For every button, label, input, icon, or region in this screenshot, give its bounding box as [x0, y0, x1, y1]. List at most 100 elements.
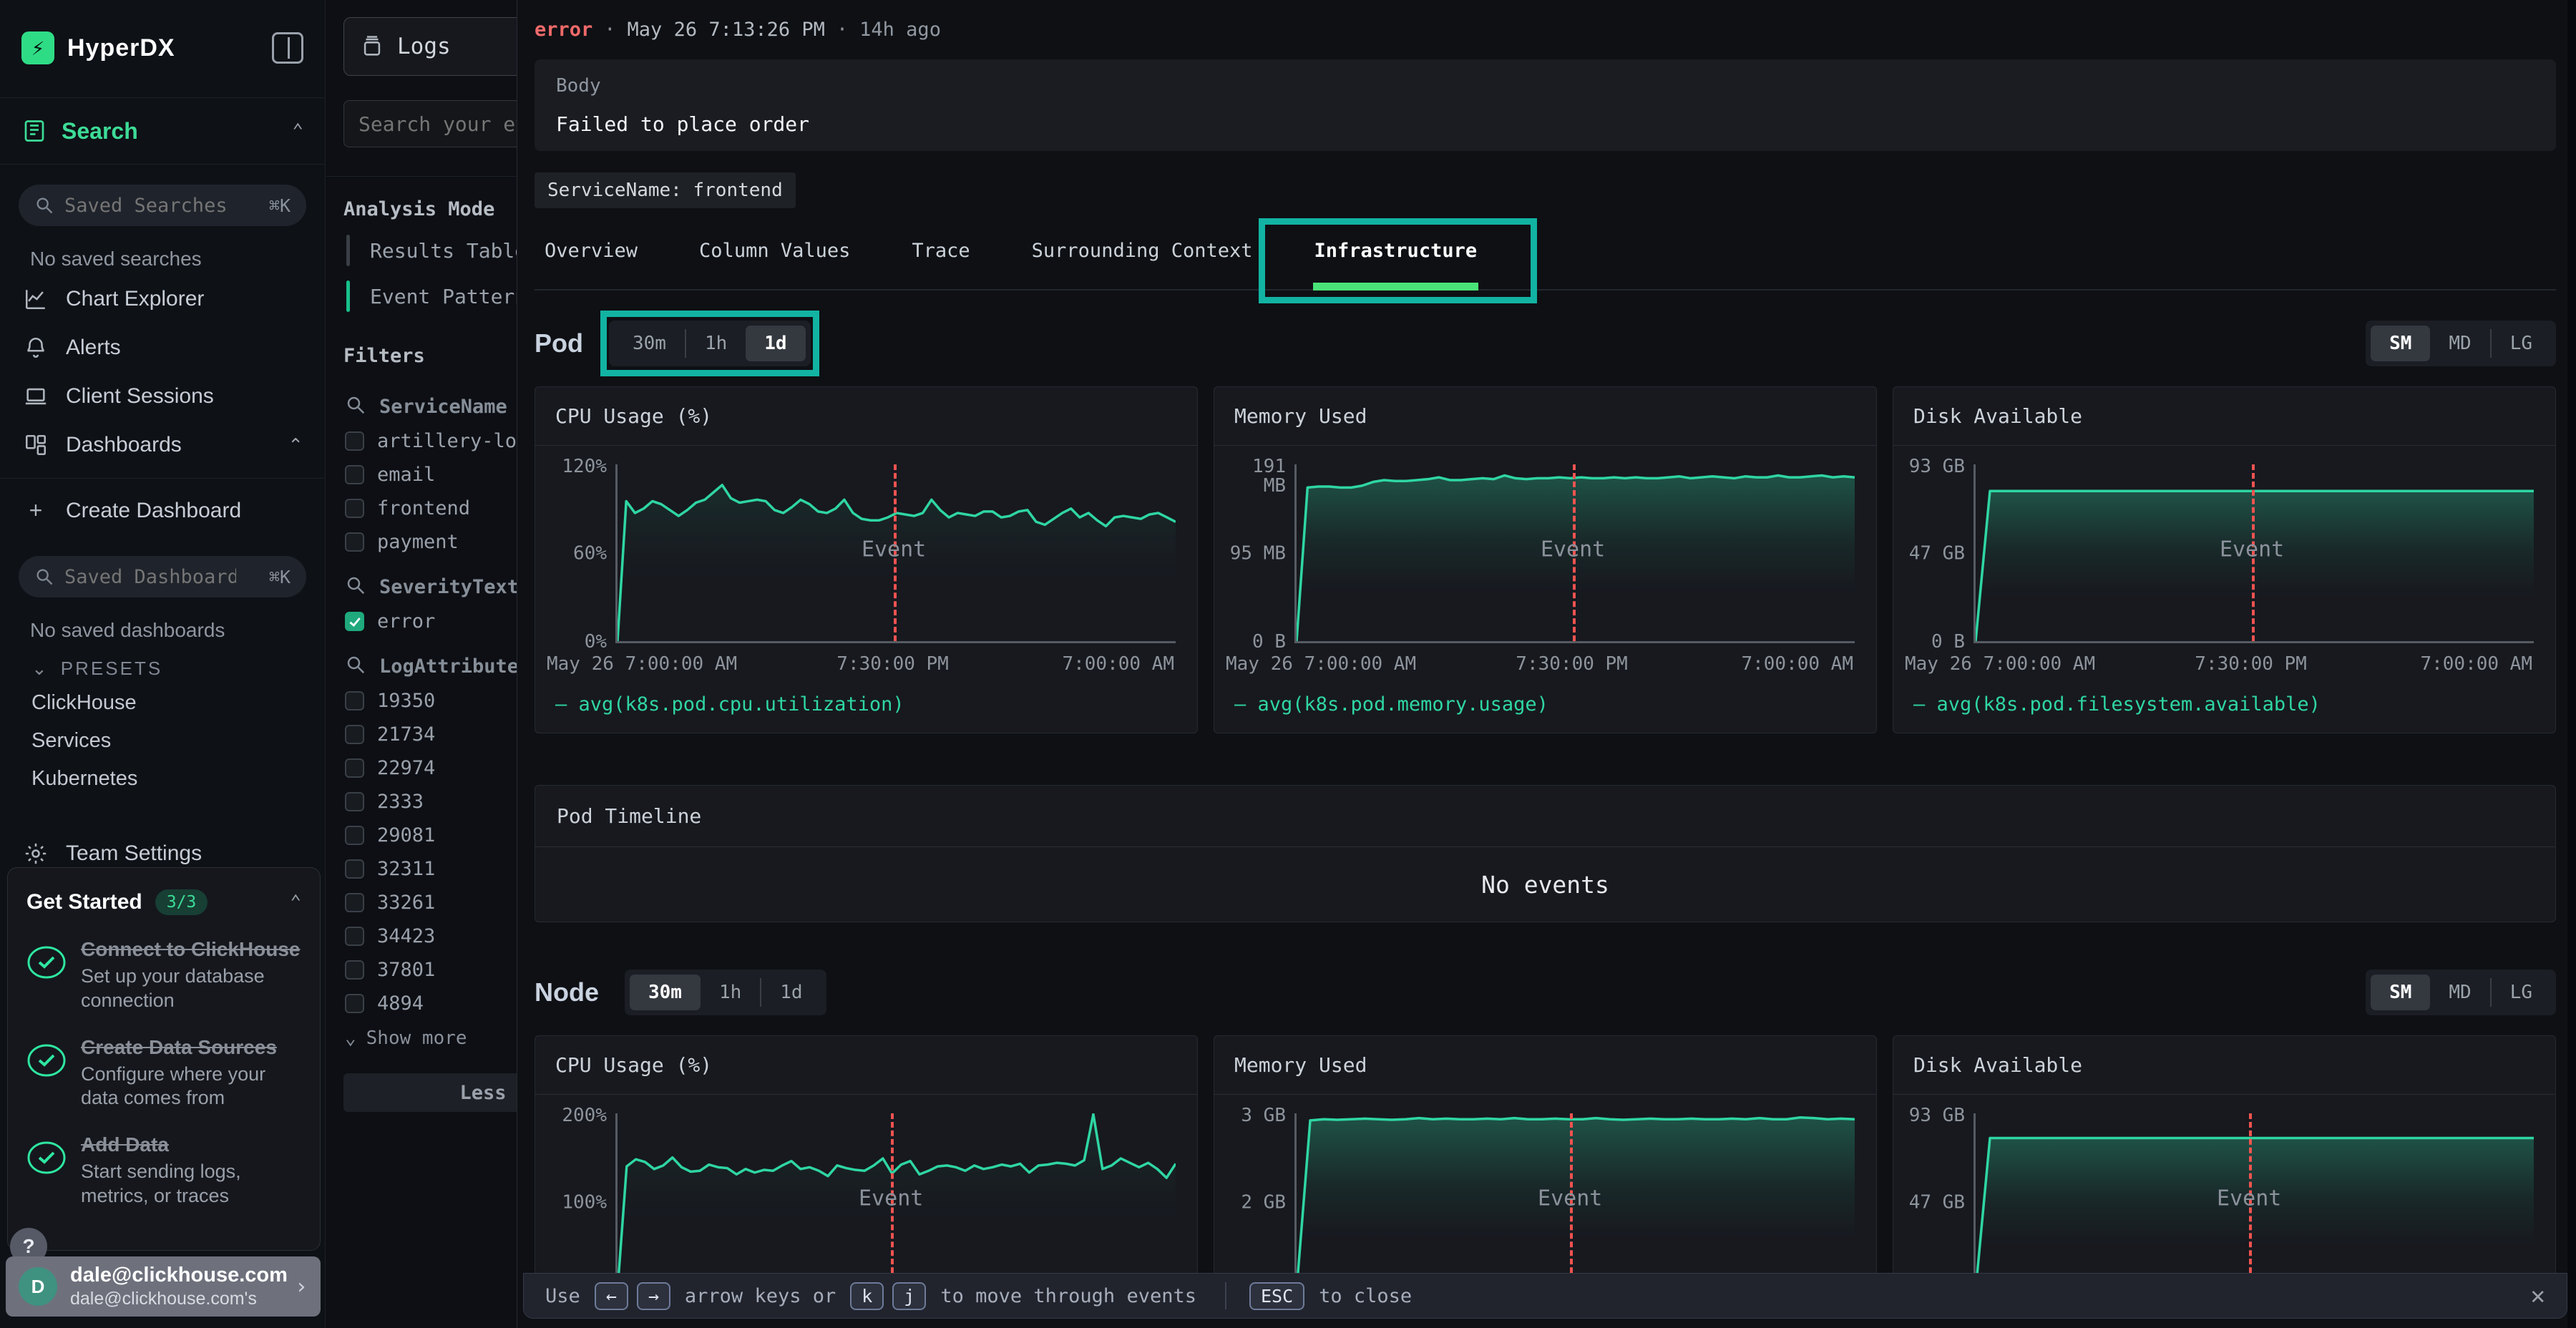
chevron-up-icon[interactable]: ⌃	[292, 120, 303, 142]
service-name-chip[interactable]: ServiceName: frontend	[535, 172, 796, 208]
presets-toggle[interactable]: ⌄ PRESETS	[0, 646, 325, 684]
get-started-item-1[interactable]: Connect to ClickHouseSet up your databas…	[26, 937, 301, 1013]
checkbox[interactable]	[345, 725, 364, 744]
no-events-text: No events	[1481, 871, 1609, 899]
pod-size-md[interactable]: MD	[2430, 326, 2489, 361]
checkbox[interactable]	[345, 826, 364, 845]
collapse-sidebar-icon[interactable]	[272, 32, 303, 64]
x-tick-label: 7:00:00 AM	[2420, 653, 2532, 675]
user-account-bar[interactable]: D dale@clickhouse.com dale@clickhouse.co…	[6, 1256, 321, 1317]
body-value: Failed to place order	[556, 112, 2534, 136]
sidebar-item-client-sessions[interactable]: Client Sessions	[0, 372, 325, 421]
create-dashboard-button[interactable]: + Create Dashboard	[0, 479, 325, 536]
y-tick-label: 2 GB	[1241, 1193, 1286, 1212]
checkbox[interactable]	[345, 499, 364, 518]
checkbox[interactable]	[345, 792, 364, 811]
filter-group-label: ServiceName	[379, 396, 507, 418]
tab-surrounding-context[interactable]: Surrounding Context	[1032, 240, 1253, 262]
pod-memory-chart-card: Memory Used191 MB95 MB0 BEventMay 26 7:0…	[1214, 386, 1877, 733]
footer-use-text: Use	[545, 1285, 580, 1307]
pod-size-lg[interactable]: LG	[2492, 326, 2551, 361]
saved-dashboards-input[interactable]: ⌘K	[19, 556, 306, 597]
node-range-1d[interactable]: 1d	[761, 975, 821, 1010]
checkbox[interactable]	[345, 960, 364, 980]
chart-title: Memory Used	[1234, 404, 1367, 428]
sidebar-item-chart-explorer[interactable]: Chart Explorer	[0, 275, 325, 323]
footer-move-text: to move through events	[940, 1285, 1196, 1307]
node-range-30m[interactable]: 30m	[630, 975, 701, 1010]
get-started-item-title: Connect to ClickHouse	[81, 937, 301, 962]
node-section-title: Node	[535, 977, 599, 1007]
checkbox[interactable]	[345, 691, 364, 711]
checkbox[interactable]	[345, 465, 364, 484]
checkbox[interactable]	[345, 994, 364, 1013]
sidebar-item-dashboards[interactable]: Dashboards ⌃	[0, 421, 325, 469]
get-started-item-2[interactable]: Create Data SourcesConfigure where your …	[26, 1035, 301, 1111]
saved-dashboards-field[interactable]	[64, 566, 236, 588]
y-tick-label: 47 GB	[1909, 1193, 1965, 1212]
tab-column-values[interactable]: Column Values	[699, 240, 850, 262]
no-saved-searches-text: No saved searches	[0, 226, 325, 275]
checkbox[interactable]	[345, 893, 364, 912]
checkbox-checked[interactable]	[345, 612, 364, 631]
annotation-box-pod-range	[600, 311, 819, 376]
node-size-sm[interactable]: SM	[2371, 975, 2430, 1010]
y-axis-labels: 3 GB2 GB	[1226, 1113, 1294, 1292]
y-tick-label: 93 GB	[1909, 1106, 1965, 1126]
event-marker-line	[891, 1113, 894, 1290]
get-started-item-3[interactable]: Add DataStart sending logs, metrics, or …	[26, 1132, 301, 1209]
sidebar-item-search[interactable]: Search ⌃	[0, 97, 325, 165]
x-tick-label: 7:30:00 PM	[836, 653, 949, 675]
chart-plot-area: Event	[1974, 464, 2534, 643]
sidebar-item-alerts[interactable]: Alerts	[0, 323, 325, 372]
esc-key: ESC	[1249, 1282, 1304, 1310]
sidebar-preset-kubernetes[interactable]: Kubernetes	[0, 760, 325, 798]
y-tick-label: 3 GB	[1241, 1106, 1286, 1126]
event-marker-line	[2249, 1113, 2252, 1290]
chart-header: Memory Used	[1214, 387, 1876, 446]
chevron-down-icon: ⌄	[345, 1027, 356, 1049]
check-circle-icon	[26, 942, 67, 982]
tab-trace[interactable]: Trace	[912, 240, 970, 262]
mode-label: Event Patterns	[370, 285, 539, 308]
node-range-1h[interactable]: 1h	[701, 975, 760, 1010]
event-detail-panel: error · May 26 7:13:26 PM · 14h ago Body…	[517, 0, 2576, 1328]
node-size-md[interactable]: MD	[2430, 975, 2489, 1010]
pod-size-sm[interactable]: SM	[2371, 326, 2430, 361]
checkbox[interactable]	[345, 859, 364, 879]
filter-option-label: 2333	[377, 791, 424, 813]
checkbox[interactable]	[345, 431, 364, 451]
chevron-up-icon[interactable]: ⌃	[288, 434, 303, 456]
checkbox[interactable]	[345, 927, 364, 946]
scrollbar-track[interactable]	[2567, 0, 2576, 1328]
sidebar-preset-services[interactable]: Services	[0, 722, 325, 760]
node-size-lg[interactable]: LG	[2492, 975, 2551, 1010]
chart-plot-area: Event	[1974, 1113, 2534, 1292]
body-card: Body Failed to place order	[535, 59, 2556, 151]
saved-searches-field[interactable]	[64, 195, 236, 217]
get-started-progress-badge: 3/3	[155, 889, 208, 915]
user-email: dale@clickhouse.com	[70, 1264, 288, 1287]
show-more-label: Show more	[366, 1027, 467, 1049]
cmd-k-hint: ⌘K	[269, 567, 291, 587]
right-arrow-key: →	[637, 1282, 670, 1310]
chart-plot-area: Event	[615, 464, 1176, 643]
search-section-icon	[21, 117, 47, 145]
x-tick-label: May 26 7:00:00 AM	[547, 653, 737, 675]
pod-section-header: Pod 30m1h1d SMMDLG	[535, 321, 2556, 366]
tab-overview[interactable]: Overview	[545, 240, 638, 262]
chevron-up-icon[interactable]: ⌃	[290, 892, 301, 913]
saved-searches-input[interactable]: ⌘K	[19, 185, 306, 226]
close-icon[interactable]: ✕	[2531, 1281, 2545, 1310]
x-axis-labels: May 26 7:00:00 AM7:30:00 PM7:00:00 AM	[1226, 653, 1855, 683]
filter-option-label: 4894	[377, 992, 424, 1015]
tab-infrastructure[interactable]: Infrastructure	[1314, 240, 1478, 262]
mode-label: Results Table	[370, 239, 527, 263]
filter-option-label: frontend	[377, 497, 470, 519]
checkbox[interactable]	[345, 758, 364, 778]
sidebar-preset-clickhouse[interactable]: ClickHouse	[0, 684, 325, 722]
checkbox[interactable]	[345, 532, 364, 552]
filter-option-label: 29081	[377, 824, 435, 846]
pod-timeline-card: Pod Timeline No events	[535, 785, 2556, 922]
y-tick-label: 0 B	[1252, 633, 1286, 652]
